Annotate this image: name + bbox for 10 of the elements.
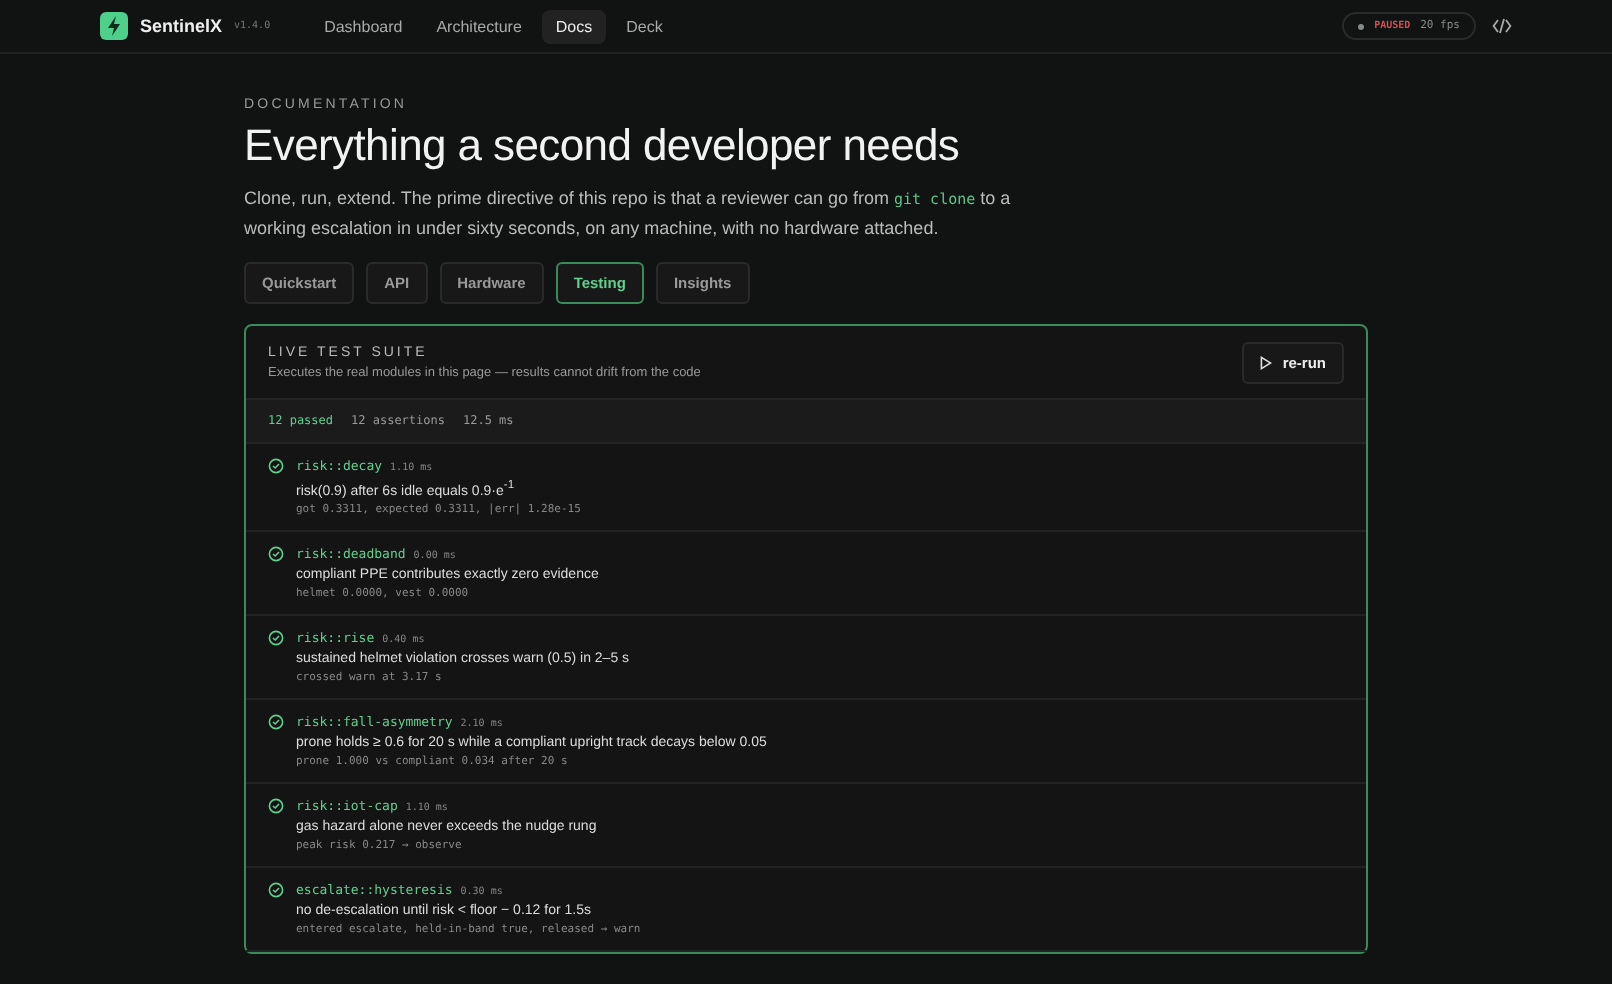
status-dot xyxy=(1358,23,1365,29)
nav-link[interactable]: Deck xyxy=(612,9,677,43)
brand-name: SentinelX xyxy=(140,16,223,36)
logo-icon xyxy=(100,12,128,40)
nav-link[interactable]: Architecture xyxy=(422,9,536,43)
play-icon xyxy=(1260,356,1273,370)
nav-link[interactable]: Dashboard xyxy=(310,9,417,43)
nav-link[interactable]: Docs xyxy=(541,9,607,43)
code-icon[interactable] xyxy=(1492,18,1512,34)
page-title: Everything a second developer needs xyxy=(244,120,962,172)
